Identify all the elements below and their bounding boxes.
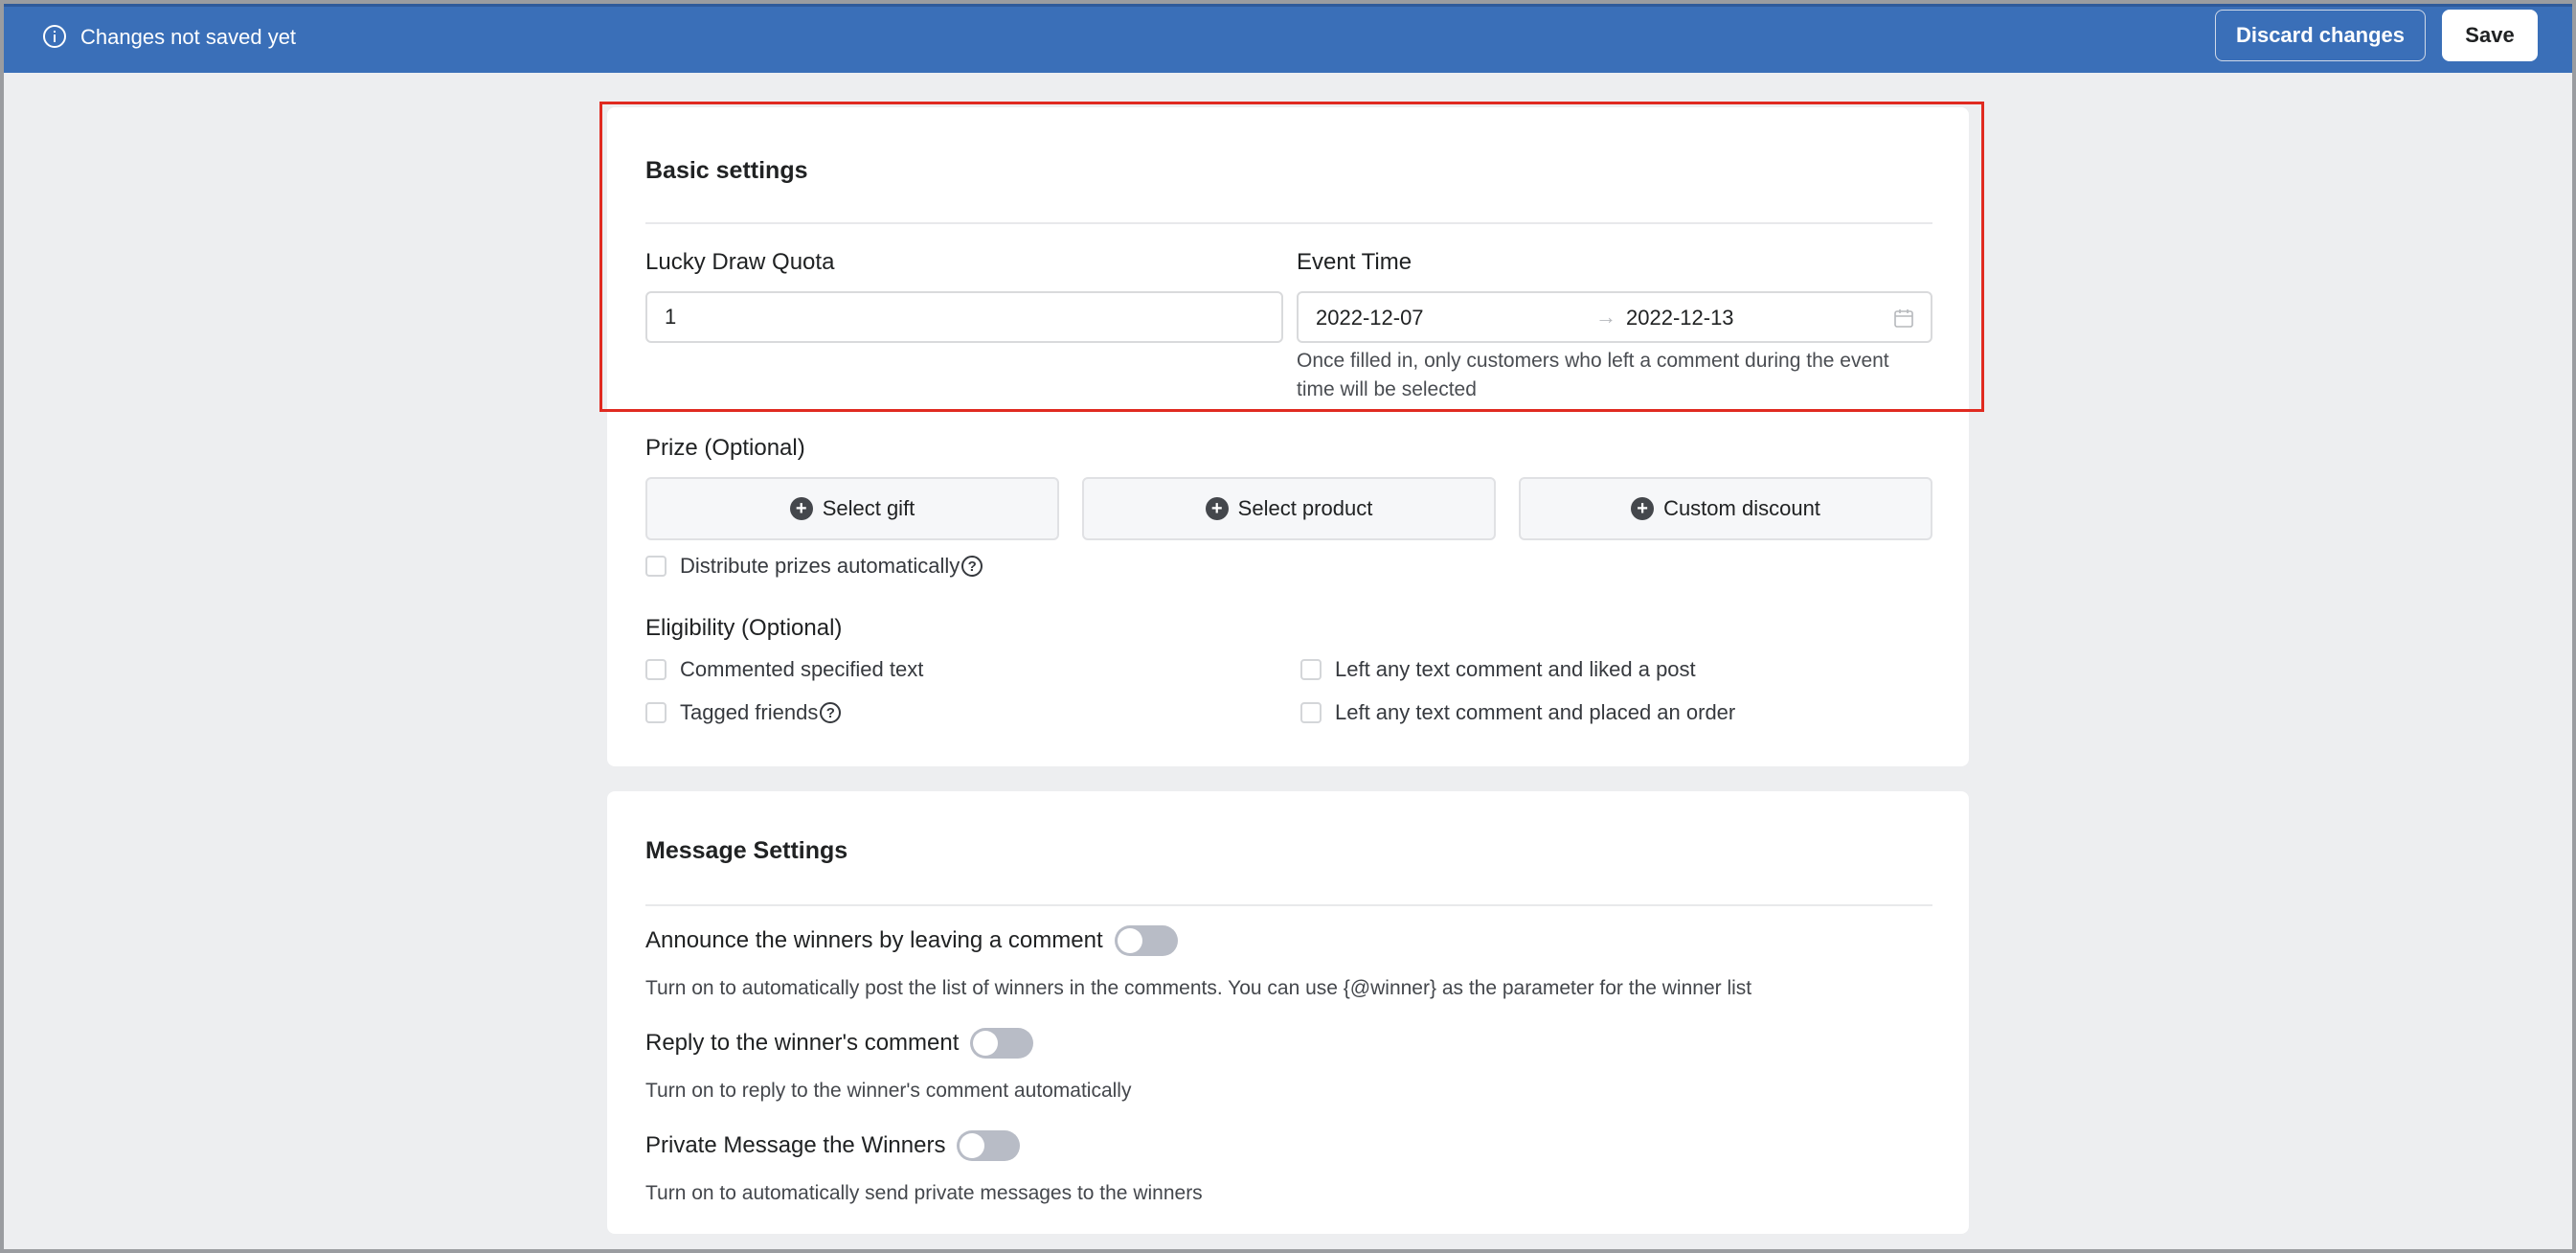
basic-settings-title: Basic settings	[645, 157, 808, 184]
unsaved-changes-bar: Changes not saved yet Discard changes Sa…	[4, 4, 2572, 73]
announce-winners-row: Announce the winners by leaving a commen…	[645, 925, 1178, 956]
prize-label: Prize (Optional)	[645, 435, 805, 461]
message-settings-card: Message Settings Announce the winners by…	[607, 791, 1969, 1234]
info-icon	[43, 25, 66, 48]
announce-winners-toggle[interactable]	[1114, 925, 1178, 956]
eligibility-option: Commented specified text	[645, 657, 923, 682]
select-product-button[interactable]: + Select product	[1082, 477, 1496, 540]
private-message-label: Private Message the Winners	[645, 1132, 946, 1158]
event-start-date[interactable]: 2022-12-07	[1316, 306, 1424, 330]
lucky-draw-quota-input[interactable]	[645, 291, 1283, 343]
lucky-draw-quota-label: Lucky Draw Quota	[645, 249, 835, 275]
liked-post-checkbox[interactable]	[1300, 659, 1322, 680]
custom-discount-button[interactable]: + Custom discount	[1519, 477, 1932, 540]
select-product-label: Select product	[1237, 496, 1373, 520]
eligibility-option-label: Left any text comment and liked a post	[1335, 657, 1696, 681]
distribute-prizes-label: Distribute prizes automatically	[680, 554, 960, 578]
basic-settings-card: Basic settings Lucky Draw Quota Event Ti…	[607, 107, 1969, 766]
private-message-row: Private Message the Winners	[645, 1130, 1021, 1161]
select-gift-button[interactable]: + Select gift	[645, 477, 1059, 540]
divider	[645, 904, 1932, 906]
message-settings-title: Message Settings	[645, 837, 848, 864]
event-time-range-picker[interactable]: 2022-12-07 → 2022-12-13	[1297, 291, 1932, 343]
unsaved-status-text: Changes not saved yet	[80, 25, 297, 49]
save-button[interactable]: Save	[2442, 10, 2538, 61]
custom-discount-label: Custom discount	[1663, 496, 1820, 520]
eligibility-label: Eligibility (Optional)	[645, 615, 843, 641]
toggle-knob	[1117, 928, 1142, 953]
plus-circle-icon: +	[1631, 497, 1655, 520]
eligibility-option-label: Commented specified text	[680, 657, 924, 681]
eligibility-option: Left any text comment and placed an orde…	[1300, 700, 1735, 725]
discard-changes-button[interactable]: Discard changes	[2215, 10, 2426, 61]
help-circle-icon[interactable]: ?	[820, 702, 842, 723]
tagged-friends-checkbox[interactable]	[645, 702, 667, 723]
plus-circle-icon: +	[1205, 497, 1229, 520]
event-time-help-line-1: Once filled in, only customers who left …	[1297, 350, 1889, 372]
placed-order-checkbox[interactable]	[1300, 702, 1322, 723]
eligibility-option-label: Left any text comment and placed an orde…	[1335, 700, 1736, 724]
distribute-prizes-option: Distribute prizes automatically ?	[645, 554, 983, 579]
private-message-description: Turn on to automatically send private me…	[645, 1182, 1203, 1204]
event-end-date[interactable]: 2022-12-13	[1626, 306, 1734, 330]
calendar-icon[interactable]	[1892, 307, 1915, 330]
reply-winner-row: Reply to the winner's comment	[645, 1028, 1034, 1059]
select-gift-label: Select gift	[822, 496, 915, 520]
event-time-label: Event Time	[1297, 249, 1412, 275]
private-message-toggle[interactable]	[957, 1130, 1021, 1161]
reply-winner-description: Turn on to reply to the winner's comment…	[645, 1080, 1132, 1102]
announce-winners-description: Turn on to automatically post the list o…	[645, 977, 1752, 999]
announce-winners-label: Announce the winners by leaving a commen…	[645, 927, 1103, 953]
commented-specified-text-checkbox[interactable]	[645, 659, 667, 680]
help-circle-icon[interactable]: ?	[961, 556, 983, 577]
reply-winner-label: Reply to the winner's comment	[645, 1030, 960, 1056]
divider	[645, 222, 1932, 224]
eligibility-option: Tagged friends ?	[645, 700, 842, 725]
toggle-knob	[973, 1031, 999, 1056]
reply-winner-toggle[interactable]	[970, 1028, 1034, 1059]
toggle-knob	[960, 1133, 985, 1158]
distribute-prizes-checkbox[interactable]	[645, 556, 667, 577]
event-time-help-line-2: time will be selected	[1297, 378, 1477, 400]
eligibility-option-label: Tagged friends	[680, 700, 819, 724]
range-arrow-icon: →	[1595, 305, 1616, 329]
eligibility-option: Left any text comment and liked a post	[1300, 657, 1696, 682]
plus-circle-icon: +	[789, 497, 813, 520]
